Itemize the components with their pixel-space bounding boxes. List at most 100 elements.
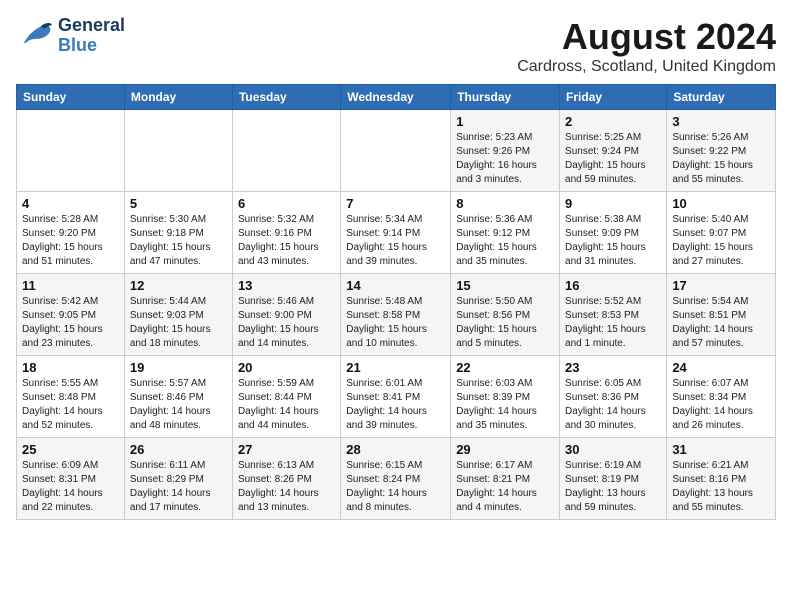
calendar-cell: 20Sunrise: 5:59 AM Sunset: 8:44 PM Dayli… (232, 356, 340, 438)
calendar-cell: 10Sunrise: 5:40 AM Sunset: 9:07 PM Dayli… (667, 192, 776, 274)
logo-blue-text: Blue (58, 36, 125, 56)
day-number: 25 (22, 442, 119, 457)
calendar-cell: 23Sunrise: 6:05 AM Sunset: 8:36 PM Dayli… (560, 356, 667, 438)
calendar-cell: 25 Sunrise: 6:09 AM Sunset: 8:31 PM Dayli… (17, 438, 125, 520)
day-number: 7 (346, 196, 445, 211)
day-info: Sunrise: 5:26 AM Sunset: 9:22 PM Dayligh… (672, 131, 770, 187)
calendar-cell: 12 Sunrise: 5:44 AM Sunset: 9:03 PM Dayli… (124, 274, 232, 356)
day-info: Sunrise: 5:23 AM Sunset: 9:26 PM Dayligh… (456, 131, 554, 187)
day-number: 17 (672, 278, 770, 293)
calendar-cell (124, 110, 232, 192)
calendar-cell: 29Sunrise: 6:17 AM Sunset: 8:21 PM Dayli… (451, 438, 560, 520)
logo-text: General Blue (58, 16, 125, 56)
day-number: 27 (238, 442, 335, 457)
calendar-cell: 19 Sunrise: 5:57 AM Sunset: 8:46 PM Dayli… (124, 356, 232, 438)
day-info: Sunrise: 6:11 AM Sunset: 8:29 PM Dayligh… (130, 459, 227, 515)
location-text: Cardross, Scotland, United Kingdom (517, 58, 776, 76)
day-number: 12 (130, 278, 227, 293)
day-number: 10 (672, 196, 770, 211)
day-info: Sunrise: 5:38 AM Sunset: 9:09 PM Dayligh… (565, 213, 661, 269)
day-info: Sunrise: 5:57 AM Sunset: 8:46 PM Dayligh… (130, 377, 227, 433)
day-info: Sunrise: 5:28 AM Sunset: 9:20 PM Dayligh… (22, 213, 119, 269)
day-number: 1 (456, 114, 554, 129)
logo-icon (16, 17, 54, 55)
day-info: Sunrise: 5:48 AM Sunset: 8:58 PM Dayligh… (346, 295, 445, 351)
day-number: 13 (238, 278, 335, 293)
day-number: 16 (565, 278, 661, 293)
page-header: General Blue August 2024 Cardross, Scotl… (16, 16, 776, 76)
day-number: 14 (346, 278, 445, 293)
day-info: Sunrise: 6:19 AM Sunset: 8:19 PM Dayligh… (565, 459, 661, 515)
day-info: Sunrise: 5:25 AM Sunset: 9:24 PM Dayligh… (565, 131, 661, 187)
day-number: 31 (672, 442, 770, 457)
day-info: Sunrise: 5:44 AM Sunset: 9:03 PM Dayligh… (130, 295, 227, 351)
day-number: 18 (22, 360, 119, 375)
col-header-monday: Monday (124, 85, 232, 110)
calendar-week-row: 1 Sunrise: 5:23 AM Sunset: 9:26 PM Daylig… (17, 110, 776, 192)
calendar-cell: 1 Sunrise: 5:23 AM Sunset: 9:26 PM Daylig… (451, 110, 560, 192)
calendar-cell: 5 Sunrise: 5:30 AM Sunset: 9:18 PM Daylig… (124, 192, 232, 274)
calendar-cell: 3 Sunrise: 5:26 AM Sunset: 9:22 PM Daylig… (667, 110, 776, 192)
day-info: Sunrise: 6:01 AM Sunset: 8:41 PM Dayligh… (346, 377, 445, 433)
calendar-cell: 4 Sunrise: 5:28 AM Sunset: 9:20 PM Daylig… (17, 192, 125, 274)
day-info: Sunrise: 5:55 AM Sunset: 8:48 PM Dayligh… (22, 377, 119, 433)
day-info: Sunrise: 5:46 AM Sunset: 9:00 PM Dayligh… (238, 295, 335, 351)
calendar-cell: 21 Sunrise: 6:01 AM Sunset: 8:41 PM Dayli… (341, 356, 451, 438)
day-number: 20 (238, 360, 335, 375)
day-number: 29 (456, 442, 554, 457)
day-info: Sunrise: 5:50 AM Sunset: 8:56 PM Dayligh… (456, 295, 554, 351)
calendar-cell: 31Sunrise: 6:21 AM Sunset: 8:16 PM Dayli… (667, 438, 776, 520)
day-info: Sunrise: 6:15 AM Sunset: 8:24 PM Dayligh… (346, 459, 445, 515)
day-number: 5 (130, 196, 227, 211)
day-info: Sunrise: 6:03 AM Sunset: 8:39 PM Dayligh… (456, 377, 554, 433)
calendar-cell: 17 Sunrise: 5:54 AM Sunset: 8:51 PM Dayli… (667, 274, 776, 356)
title-block: August 2024 Cardross, Scotland, United K… (517, 16, 776, 76)
calendar-week-row: 11 Sunrise: 5:42 AM Sunset: 9:05 PM Dayli… (17, 274, 776, 356)
calendar-cell: 9Sunrise: 5:38 AM Sunset: 9:09 PM Daylig… (560, 192, 667, 274)
day-number: 21 (346, 360, 445, 375)
day-number: 24 (672, 360, 770, 375)
day-number: 26 (130, 442, 227, 457)
month-year-title: August 2024 (517, 16, 776, 58)
col-header-thursday: Thursday (451, 85, 560, 110)
calendar-week-row: 4 Sunrise: 5:28 AM Sunset: 9:20 PM Daylig… (17, 192, 776, 274)
day-number: 19 (130, 360, 227, 375)
day-info: Sunrise: 5:32 AM Sunset: 9:16 PM Dayligh… (238, 213, 335, 269)
day-number: 11 (22, 278, 119, 293)
calendar-cell: 18 Sunrise: 5:55 AM Sunset: 8:48 PM Dayli… (17, 356, 125, 438)
day-info: Sunrise: 5:34 AM Sunset: 9:14 PM Dayligh… (346, 213, 445, 269)
day-number: 8 (456, 196, 554, 211)
calendar-cell: 14 Sunrise: 5:48 AM Sunset: 8:58 PM Dayli… (341, 274, 451, 356)
day-number: 23 (565, 360, 661, 375)
calendar-cell: 30 Sunrise: 6:19 AM Sunset: 8:19 PM Dayli… (560, 438, 667, 520)
day-number: 15 (456, 278, 554, 293)
calendar-cell: 22Sunrise: 6:03 AM Sunset: 8:39 PM Dayli… (451, 356, 560, 438)
col-header-sunday: Sunday (17, 85, 125, 110)
day-number: 4 (22, 196, 119, 211)
day-number: 30 (565, 442, 661, 457)
day-info: Sunrise: 5:42 AM Sunset: 9:05 PM Dayligh… (22, 295, 119, 351)
calendar-cell (17, 110, 125, 192)
day-info: Sunrise: 5:30 AM Sunset: 9:18 PM Dayligh… (130, 213, 227, 269)
day-number: 2 (565, 114, 661, 129)
calendar-header-row: SundayMondayTuesdayWednesdayThursdayFrid… (17, 85, 776, 110)
logo-general-text: General (58, 16, 125, 36)
col-header-tuesday: Tuesday (232, 85, 340, 110)
day-info: Sunrise: 5:54 AM Sunset: 8:51 PM Dayligh… (672, 295, 770, 351)
col-header-wednesday: Wednesday (341, 85, 451, 110)
calendar-cell: 16Sunrise: 5:52 AM Sunset: 8:53 PM Dayli… (560, 274, 667, 356)
calendar-week-row: 18 Sunrise: 5:55 AM Sunset: 8:48 PM Dayli… (17, 356, 776, 438)
day-info: Sunrise: 6:07 AM Sunset: 8:34 PM Dayligh… (672, 377, 770, 433)
calendar-cell (341, 110, 451, 192)
calendar-cell: 24 Sunrise: 6:07 AM Sunset: 8:34 PM Dayli… (667, 356, 776, 438)
calendar-cell: 6 Sunrise: 5:32 AM Sunset: 9:16 PM Daylig… (232, 192, 340, 274)
day-number: 3 (672, 114, 770, 129)
day-info: Sunrise: 6:13 AM Sunset: 8:26 PM Dayligh… (238, 459, 335, 515)
calendar-cell (232, 110, 340, 192)
calendar-cell: 15 Sunrise: 5:50 AM Sunset: 8:56 PM Dayli… (451, 274, 560, 356)
calendar-cell: 27 Sunrise: 6:13 AM Sunset: 8:26 PM Dayli… (232, 438, 340, 520)
day-number: 6 (238, 196, 335, 211)
calendar-cell: 13 Sunrise: 5:46 AM Sunset: 9:00 PM Dayli… (232, 274, 340, 356)
calendar-cell: 8Sunrise: 5:36 AM Sunset: 9:12 PM Daylig… (451, 192, 560, 274)
day-info: Sunrise: 6:09 AM Sunset: 8:31 PM Dayligh… (22, 459, 119, 515)
